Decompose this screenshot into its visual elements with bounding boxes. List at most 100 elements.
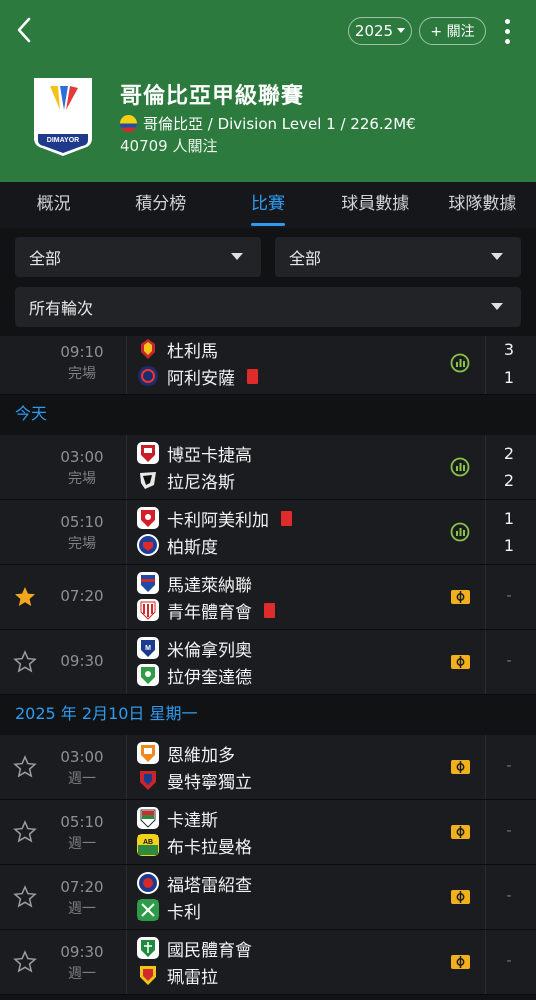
match-status: 完場 xyxy=(68,536,96,552)
team-crest-icon xyxy=(137,872,159,894)
away-team: 阿利安薩 xyxy=(137,364,258,389)
home-team: 杜利馬 xyxy=(137,337,218,362)
tab-bar: 概況 積分榜 比賽 球員數據 球隊數據 xyxy=(0,182,536,228)
team-crest-icon xyxy=(137,899,159,921)
match-time: 09:30 xyxy=(60,943,104,961)
live-stream-icon[interactable] xyxy=(451,590,470,604)
live-stream-icon[interactable] xyxy=(451,825,470,839)
away-team: 青年體育會 xyxy=(137,598,275,623)
live-stream-icon[interactable] xyxy=(451,760,470,774)
score-placeholder: - xyxy=(506,888,512,904)
team-crest-icon xyxy=(137,338,159,360)
league-name: 哥倫比亞甲級聯賽 xyxy=(120,84,305,109)
round-value: 所有輪次 xyxy=(29,299,94,318)
stats-icon[interactable] xyxy=(450,457,470,477)
team-crest-icon xyxy=(137,599,159,621)
team-crest-icon xyxy=(137,664,159,686)
match-day: 週一 xyxy=(68,771,96,787)
tab-standings[interactable]: 積分榜 xyxy=(107,182,214,228)
filter-area: 全部 全部 所有輪次 xyxy=(0,228,536,336)
away-team: 拉尼洛斯 xyxy=(137,468,235,493)
match-time: 07:20 xyxy=(60,878,104,896)
team-crest-icon xyxy=(137,769,159,791)
home-score: 3 xyxy=(503,340,515,359)
match-row[interactable]: 09:10 完場 杜利馬 阿利安薩 3 1 xyxy=(0,336,536,395)
section-header-date: 2025 年 2月10日 星期一 xyxy=(0,695,536,735)
country-info-text: 哥倫比亞 / Division Level 1 / 226.2M€ xyxy=(143,115,416,133)
league-info: 哥倫比亞 / Division Level 1 / 226.2M€ xyxy=(120,113,416,134)
favorite-star-icon[interactable] xyxy=(13,820,37,844)
home-team: M 米倫拿列奧 xyxy=(137,636,252,661)
team-crest-icon xyxy=(137,572,159,594)
favorite-star-icon[interactable] xyxy=(13,755,37,779)
away-team: AB 布卡拉曼格 xyxy=(137,833,252,858)
home-team-name: 杜利馬 xyxy=(167,341,218,362)
score-placeholder: - xyxy=(506,588,512,604)
team-crest-icon xyxy=(137,807,159,829)
home-team-name: 卡利阿美利加 xyxy=(167,510,269,531)
chevron-left-icon xyxy=(17,17,31,43)
favorite-star-icon[interactable] xyxy=(13,585,37,609)
match-row[interactable]: 03:00 完場 博亞卡捷高 拉尼洛斯 2 2 xyxy=(0,435,536,500)
section-header-today: 今天 xyxy=(0,395,536,435)
tab-overview[interactable]: 概況 xyxy=(0,182,107,228)
stats-icon[interactable] xyxy=(450,522,470,542)
match-row[interactable]: 05:10 完場 卡利阿美利加 柏斯度 1 1 xyxy=(0,500,536,565)
match-time: 03:00 xyxy=(60,448,104,466)
match-time: 07:20 xyxy=(60,587,104,605)
tab-player-stats[interactable]: 球員數據 xyxy=(322,182,429,228)
score-placeholder: - xyxy=(506,758,512,774)
match-row[interactable]: 07:20 週一 福塔雷紹查 卡利 - xyxy=(0,865,536,930)
match-row[interactable]: 09:30 週一 國民體育會 珮雷拉 - xyxy=(0,930,536,995)
match-row[interactable]: 03:00 週一 恩維加多 曼特寧獨立 - xyxy=(0,735,536,800)
live-stream-icon[interactable] xyxy=(451,890,470,904)
stats-icon[interactable] xyxy=(450,353,470,373)
team-crest-icon: M xyxy=(137,637,159,659)
favorite-star-icon[interactable] xyxy=(13,950,37,974)
favorite-star-icon[interactable] xyxy=(13,650,37,674)
favorite-star-icon[interactable] xyxy=(13,885,37,909)
score-placeholder: - xyxy=(506,823,512,839)
tab-team-stats[interactable]: 球隊數據 xyxy=(429,182,536,228)
team-crest-icon xyxy=(137,442,159,464)
season-selector[interactable]: 2025 xyxy=(348,17,412,45)
home-team-name: 米倫拿列奧 xyxy=(167,640,252,661)
follow-button[interactable]: + 關注 xyxy=(419,17,486,45)
away-team-name: 青年體育會 xyxy=(167,602,252,623)
back-button[interactable] xyxy=(10,14,38,46)
match-time: 05:10 xyxy=(60,513,104,531)
match-row[interactable]: 07:20 馬達萊納聯 青年體育會 - xyxy=(0,565,536,630)
red-card-icon xyxy=(247,368,258,384)
live-stream-icon[interactable] xyxy=(451,955,470,969)
away-team: 曼特寧獨立 xyxy=(137,768,252,793)
filter-select-left[interactable]: 全部 xyxy=(15,237,261,277)
away-team: 柏斯度 xyxy=(137,533,218,558)
caret-down-icon xyxy=(491,253,503,260)
home-team-name: 福塔雷紹查 xyxy=(167,875,252,896)
team-crest-icon xyxy=(137,964,159,986)
match-time: 03:00 xyxy=(60,748,104,766)
more-options-icon[interactable] xyxy=(496,16,518,46)
match-time: 09:30 xyxy=(60,652,104,670)
match-row[interactable]: 05:10 週一 卡達斯 AB 布卡拉曼格 - xyxy=(0,800,536,865)
live-stream-icon[interactable] xyxy=(451,655,470,669)
tab-matches[interactable]: 比賽 xyxy=(214,182,321,228)
away-team-name: 拉伊奎達德 xyxy=(167,667,252,688)
away-team-name: 卡利 xyxy=(167,902,201,923)
away-team-name: 珮雷拉 xyxy=(167,967,218,988)
team-crest-icon xyxy=(137,534,159,556)
caret-down-icon xyxy=(231,253,243,260)
match-day: 週一 xyxy=(68,836,96,852)
match-row[interactable]: 09:30 M 米倫拿列奧 拉伊奎達德 - xyxy=(0,630,536,695)
home-score: 2 xyxy=(503,444,515,463)
red-card-icon xyxy=(264,602,275,618)
home-team-name: 馬達萊納聯 xyxy=(167,575,252,596)
followers-count: 40709 人關注 xyxy=(120,137,218,155)
away-score: 1 xyxy=(503,536,515,555)
match-time: 05:10 xyxy=(60,813,104,831)
round-select[interactable]: 所有輪次 xyxy=(15,287,521,327)
away-team-name: 曼特寧獨立 xyxy=(167,772,252,793)
team-crest-icon xyxy=(137,469,159,491)
filter-select-right[interactable]: 全部 xyxy=(275,237,521,277)
team-crest-icon xyxy=(137,937,159,959)
